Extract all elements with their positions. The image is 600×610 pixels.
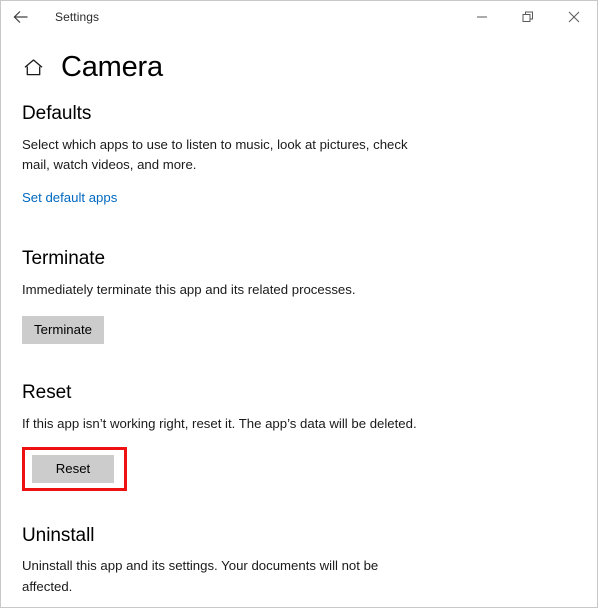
defaults-heading: Defaults — [22, 103, 92, 124]
uninstall-description: Uninstall this app and its settings. You… — [22, 558, 379, 594]
restore-icon — [522, 11, 533, 22]
settings-window: Settings Camera Defaults Select which ap… — [0, 0, 598, 608]
reset-button[interactable]: Reset — [32, 454, 114, 483]
title-bar: Settings — [1, 1, 597, 33]
back-button[interactable] — [1, 1, 41, 33]
minimize-icon — [477, 16, 487, 18]
reset-heading: Reset — [22, 381, 72, 403]
terminate-button[interactable]: Terminate — [22, 315, 104, 344]
section-terminate: Terminate Immediately terminate this app… — [22, 248, 577, 344]
back-arrow-icon — [13, 11, 28, 23]
minimize-button[interactable] — [459, 1, 505, 33]
section-defaults: Defaults Select which apps to use to lis… — [22, 103, 577, 207]
reset-description: If this app isn’t working right, reset i… — [22, 415, 417, 431]
set-default-apps-link[interactable]: Set default apps — [22, 190, 117, 205]
home-icon[interactable] — [22, 56, 44, 78]
uninstall-heading: Uninstall — [22, 524, 95, 546]
reset-button-highlight: Reset — [22, 446, 127, 491]
settings-content: Defaults Select which apps to use to lis… — [1, 87, 597, 607]
section-uninstall: Uninstall Uninstall this app and its set… — [22, 524, 577, 607]
close-button[interactable] — [551, 1, 597, 33]
terminate-heading: Terminate — [22, 247, 105, 269]
titlebar-title: Settings — [55, 10, 100, 24]
close-icon — [568, 11, 580, 23]
restore-button[interactable] — [505, 1, 551, 33]
section-reset: Reset If this app isn’t working right, r… — [22, 382, 577, 491]
page-title: Camera — [61, 50, 163, 83]
defaults-description: Select which apps to use to listen to mu… — [22, 136, 408, 172]
page-header: Camera — [1, 47, 597, 87]
home-glyph-icon — [24, 58, 42, 75]
window-controls — [459, 1, 597, 33]
terminate-description: Immediately terminate this app and its r… — [22, 281, 356, 297]
